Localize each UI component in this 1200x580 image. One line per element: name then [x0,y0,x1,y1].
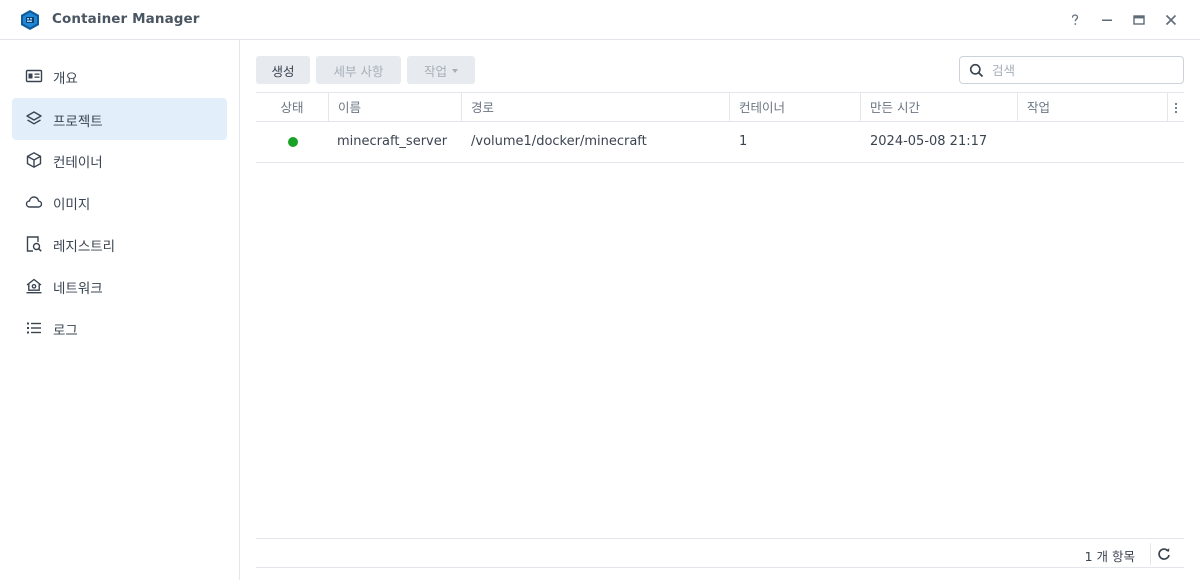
list-icon [27,322,41,334]
table-header: 상태 이름 경로 컨테이너 만든 시간 작업 [256,92,1184,122]
sidebar-item-network[interactable]: 네트워크 [12,265,227,307]
table-footer: 1 개 항목 [256,538,1184,568]
sidebar-item-project[interactable]: 프로젝트 [12,98,227,140]
column-header-action[interactable]: 작업 [1018,93,1168,122]
status-running-dot-icon [288,137,298,147]
more-vertical-icon [1174,102,1178,113]
sidebar-item-registry[interactable]: 레지스트리 [12,223,227,265]
created-time-cell: 2024-05-08 21:17 [870,134,988,149]
column-header-status[interactable]: 상태 [256,93,329,122]
project-path-cell: /volume1/docker/minecraft [471,134,647,149]
column-header-path[interactable]: 경로 [462,93,730,122]
action-dropdown-button[interactable]: 작업 [407,56,475,84]
search-box[interactable] [959,56,1184,84]
maximize-button[interactable] [1129,10,1149,30]
sidebar-item-image[interactable]: 이미지 [12,181,227,223]
action-button-label: 작업 [423,63,447,79]
network-home-icon [26,278,42,294]
details-button[interactable]: 세부 사항 [316,56,401,84]
search-input[interactable] [992,60,1177,80]
details-button-label: 세부 사항 [333,63,384,79]
sidebar-item-label: 컨테이너 [53,155,103,171]
sidebar-item-label: 개요 [53,71,78,87]
project-name-cell: minecraft_server [337,134,448,149]
column-header-name[interactable]: 이름 [329,93,462,122]
column-header-created[interactable]: 만든 시간 [861,93,1018,122]
sidebar-item-label: 네트워크 [53,281,103,297]
create-button[interactable]: 생성 [256,56,310,84]
minimize-button[interactable] [1097,10,1117,30]
sidebar-item-label: 이미지 [53,197,91,213]
cube-icon [26,152,42,168]
chevron-down-icon [452,69,458,73]
create-button-label: 생성 [271,63,295,79]
help-icon [1071,14,1079,25]
table-row[interactable]: minecraft_server /volume1/docker/minecra… [256,122,1184,163]
close-icon [1165,14,1177,26]
refresh-icon[interactable] [1155,545,1173,563]
action-cell [1018,122,1027,162]
container-manager-window: Container Manager 개요 프로젝트 컨테이너 이미지 레지스트리… [0,0,1200,580]
sidebar: 개요 프로젝트 컨테이너 이미지 레지스트리 네트워크 로그 [0,40,240,580]
container-manager-logo-icon [21,10,39,30]
help-button[interactable] [1065,10,1085,30]
layers-icon [26,111,42,125]
column-menu-button[interactable] [1168,93,1184,122]
sidebar-item-label: 레지스트리 [53,239,116,255]
footer-divider [1150,543,1151,565]
sidebar-item-label: 로그 [53,323,78,339]
cloud-icon [25,196,43,208]
maximize-icon [1133,15,1145,25]
registry-search-icon [26,236,42,252]
search-icon [969,63,984,78]
sidebar-item-overview[interactable]: 개요 [12,55,227,97]
container-count-cell: 1 [739,134,748,149]
window-title: Container Manager [52,11,200,27]
title-bar: Container Manager [0,0,1200,40]
sidebar-item-label: 프로젝트 [53,114,103,130]
close-button[interactable] [1161,10,1181,30]
minimize-icon [1102,19,1112,21]
sidebar-item-container[interactable]: 컨테이너 [12,139,227,181]
item-count: 1 개 항목 [1084,549,1135,564]
overview-icon [25,69,43,83]
sidebar-item-log[interactable]: 로그 [12,307,227,349]
column-header-containers[interactable]: 컨테이너 [730,93,861,122]
